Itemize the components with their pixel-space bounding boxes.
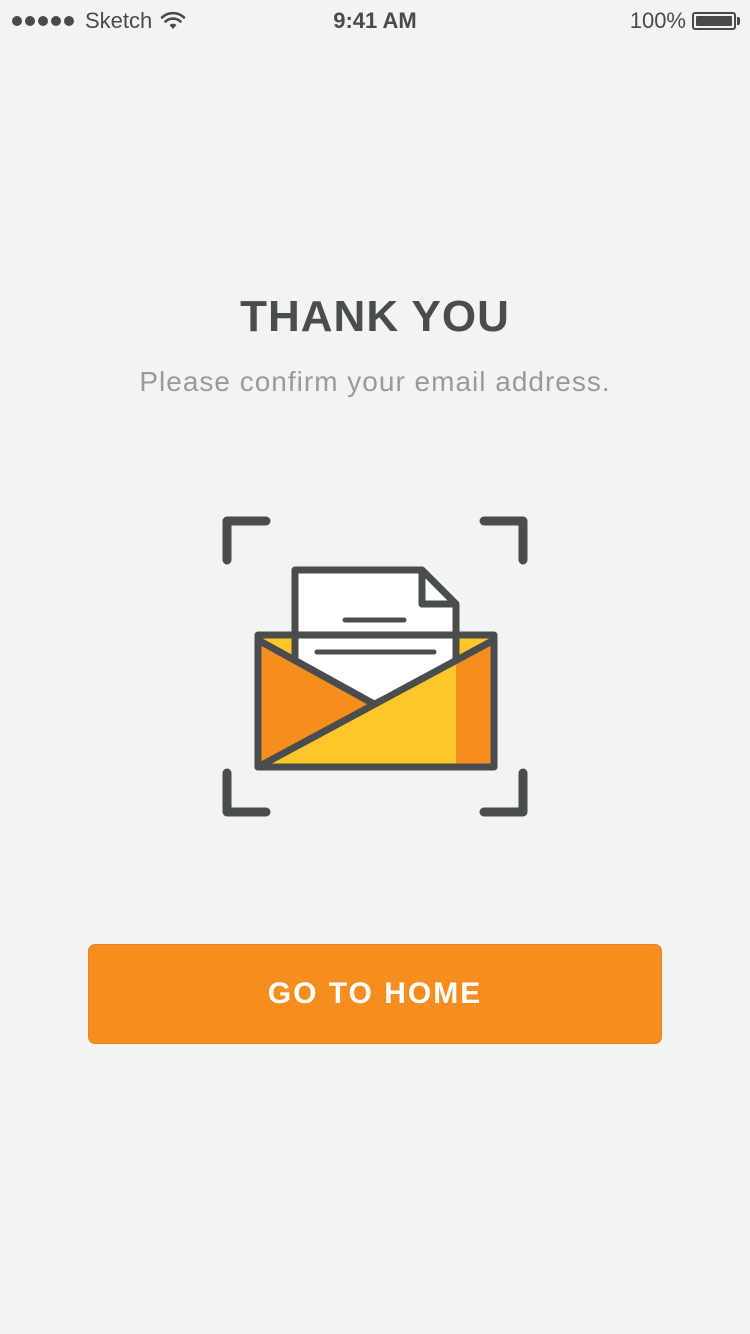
go-to-home-button[interactable]: GO TO HOME [88,944,662,1044]
battery-percentage: 100% [629,8,686,33]
battery-cap [737,17,740,25]
status-bar: Sketch 9:41 AM 100% [0,0,750,40]
battery-icon [692,12,736,30]
status-right: 100% [630,8,740,34]
page-subtitle: Please confirm your email address. [139,366,611,397]
page-title: THANK YOU [240,292,510,341]
open-envelope-with-letter-icon [222,516,528,817]
